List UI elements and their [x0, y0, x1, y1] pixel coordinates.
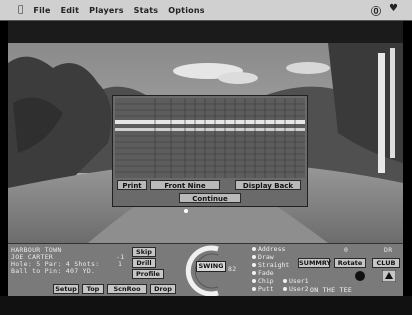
- rotate-button[interactable]: Rotate: [334, 258, 366, 268]
- menu-stats[interactable]: Stats: [134, 6, 159, 15]
- option-user1[interactable]: User1: [283, 278, 309, 285]
- lie-status: ON THE TEE: [310, 286, 353, 294]
- top-view-button[interactable]: Top: [82, 284, 104, 294]
- option-chip[interactable]: Chip: [252, 278, 274, 285]
- radio-icon: [283, 279, 287, 283]
- radio-icon: [252, 279, 256, 283]
- radio-icon: [283, 287, 287, 291]
- club-button[interactable]: CLUB: [372, 258, 400, 268]
- swing-power-value: 82: [228, 265, 237, 273]
- balloon-icon[interactable]: ♥: [389, 3, 398, 18]
- menu-file[interactable]: File: [33, 6, 50, 15]
- profile-button[interactable]: Profile: [132, 269, 164, 279]
- ball-lie-icon: [355, 271, 365, 281]
- swing-button[interactable]: SWING: [196, 261, 226, 272]
- wind-value: 0: [344, 246, 349, 254]
- scorecard-grid: [115, 98, 305, 178]
- apple-icon[interactable]: : [18, 5, 23, 15]
- help-icon[interactable]: ⓪: [371, 3, 381, 18]
- drill-button[interactable]: Drill: [132, 258, 156, 268]
- menu-players[interactable]: Players: [89, 6, 124, 15]
- continue-button[interactable]: Continue: [179, 193, 241, 203]
- option-draw[interactable]: Draw: [252, 254, 274, 261]
- setup-button[interactable]: Setup: [53, 284, 79, 294]
- scorecard-dialog: Print Front Nine Display Back Continue: [112, 95, 308, 207]
- radio-icon: [252, 255, 256, 259]
- radio-icon: [252, 287, 256, 291]
- front-nine-button[interactable]: Front Nine: [150, 180, 220, 190]
- radio-icon: [252, 271, 256, 275]
- control-panel: HARBOUR TOWN JOE CARTER Hole: 5 Par: 4 S…: [8, 243, 403, 297]
- window-title-strip: [8, 21, 403, 43]
- option-address[interactable]: Address: [252, 246, 285, 253]
- radio-icon: [252, 263, 256, 267]
- skip-button[interactable]: Skip: [132, 247, 156, 257]
- option-straight[interactable]: Straight: [252, 262, 289, 269]
- distance-to-pin: Ball to Pin: 407 YD.: [11, 267, 96, 275]
- bottom-strip: [0, 296, 412, 315]
- menu-bar:  File Edit Players Stats Options ⓪ ♥: [0, 0, 412, 21]
- aim-arrow-icon[interactable]: [382, 270, 396, 282]
- drop-button[interactable]: Drop: [150, 284, 176, 294]
- display-back-button[interactable]: Display Back: [235, 180, 301, 190]
- menu-options[interactable]: Options: [168, 6, 204, 15]
- club-value: DR: [384, 246, 393, 254]
- print-button[interactable]: Print: [117, 180, 147, 190]
- summary-button[interactable]: SUMMRY: [298, 258, 331, 268]
- menu-edit[interactable]: Edit: [61, 6, 80, 15]
- option-putt[interactable]: Putt: [252, 286, 274, 293]
- shot-count: 1: [118, 260, 123, 268]
- radio-icon: [252, 247, 256, 251]
- option-user2[interactable]: User2: [283, 286, 309, 293]
- scnroo-button[interactable]: ScnRoo: [107, 284, 147, 294]
- option-fade[interactable]: Fade: [252, 270, 274, 277]
- game-screen:  File Edit Players Stats Options ⓪ ♥: [0, 0, 412, 315]
